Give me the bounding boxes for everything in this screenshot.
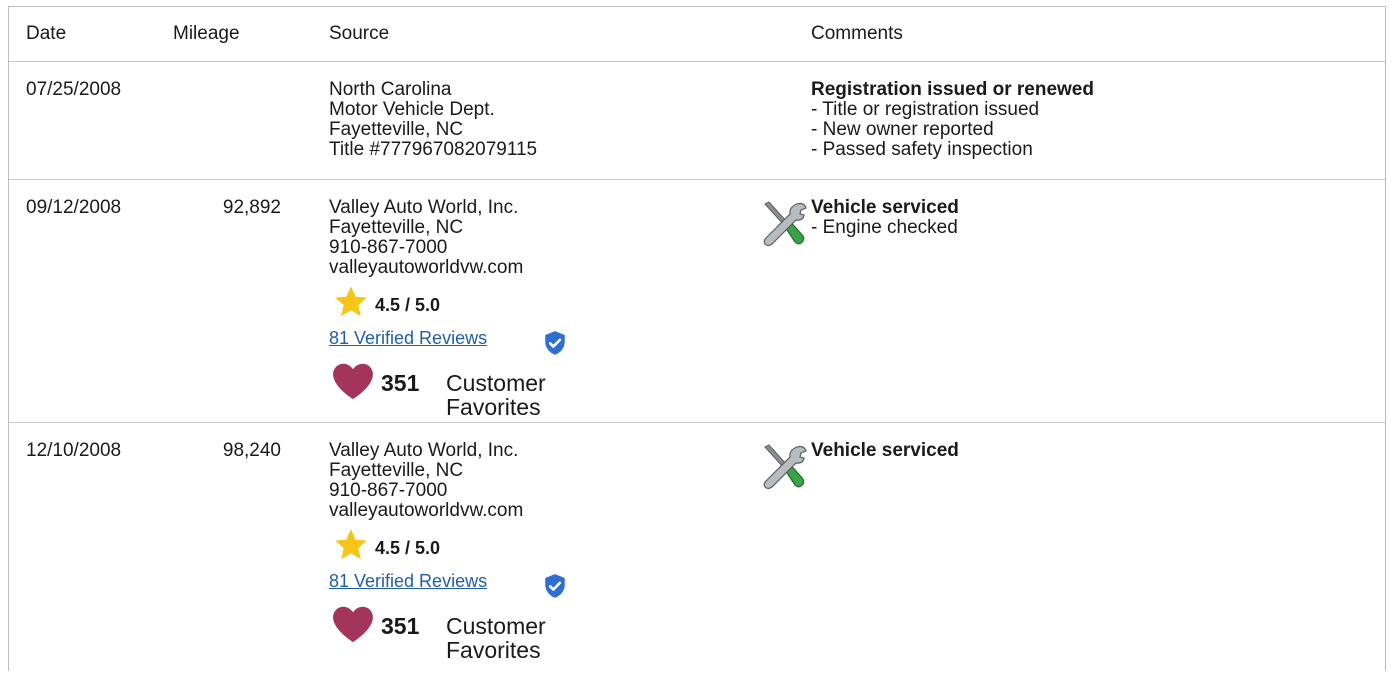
source-line: Title #777967082079115 [329,139,538,160]
header-comments: Comments [811,23,903,44]
row-date: 09/12/2008 [26,197,122,218]
heart-icon [333,363,373,400]
row-date: 07/25/2008 [26,79,122,100]
table-row: 07/25/2008 North Carolina Motor Vehicle … [9,61,1385,180]
row-source: Valley Auto World, Inc. Fayetteville, NC… [329,440,565,662]
row-source: North Carolina Motor Vehicle Dept. Fayet… [329,80,537,160]
row-source: Valley Auto World, Inc. Fayetteville, NC… [329,197,565,419]
vehicle-history-table: Date Mileage Source Comments 07/25/2008 … [8,6,1386,671]
customer-favorites: 351 Customer Favorites [329,362,546,419]
comment-title: Vehicle serviced [811,197,959,218]
comment-title: Registration issued or renewed [811,79,1094,100]
reviews: 81 Verified Reviews [329,328,565,358]
row-comments: Vehicle serviced [811,441,959,461]
comment-title: Vehicle serviced [811,440,959,461]
service-tools-icon [763,201,807,247]
shop-rating: 4.5 / 5.0 [329,284,523,324]
customer-favorites: 351 Customer Favorites [329,605,546,662]
shop-rating: 4.5 / 5.0 [329,527,523,567]
verified-shield-icon [545,331,565,355]
star-icon [335,286,367,317]
row-mileage: 98,240 [222,440,281,461]
rating-value: 4.5 / 5.0 [375,538,441,558]
source-line: valleyautoworldvw.com [329,500,524,521]
comment-item: - Engine checked [811,217,958,238]
favorites-label: Customer Favorites [446,613,546,663]
source-line: Fayetteville, NC [329,119,464,140]
row-comments: Registration issued or renewed - Title o… [811,80,1094,160]
verified-reviews-link[interactable]: 81 Verified Reviews [329,571,487,591]
heart-icon [333,606,373,643]
header-date: Date [26,23,67,44]
verified-reviews-link[interactable]: 81 Verified Reviews [329,328,487,348]
table-header-row: Date Mileage Source Comments [9,7,1385,62]
source-line: Fayetteville, NC [329,460,464,481]
table-row: 12/10/2008 98,240 Valley Auto World, Inc… [9,422,1385,682]
verified-shield-icon [545,574,565,598]
source-line: Valley Auto World, Inc. [329,197,519,218]
header-mileage: Mileage [173,23,240,44]
source-line: Fayetteville, NC [329,217,464,238]
row-comments: Vehicle serviced - Engine checked [811,198,959,238]
comment-item: - New owner reported [811,119,994,140]
source-line: North Carolina [329,79,452,100]
favorites-count: 351 [381,370,420,396]
row-date: 12/10/2008 [26,440,122,461]
source-line: Motor Vehicle Dept. [329,99,495,120]
source-line: valleyautoworldvw.com [329,257,524,278]
comment-item: - Title or registration issued [811,99,1040,120]
source-line: 910-867-7000 [329,237,448,258]
service-tools-icon [763,444,807,490]
comment-item: - Passed safety inspection [811,139,1033,160]
rating-value: 4.5 / 5.0 [375,295,441,315]
favorites-count: 351 [381,613,420,639]
favorites-label: Customer Favorites [446,370,546,420]
row-mileage: 92,892 [222,197,281,218]
source-line: 910-867-7000 [329,480,448,501]
header-source: Source [329,23,390,44]
star-icon [335,529,367,560]
table-row: 09/12/2008 92,892 Valley Auto World, Inc… [9,179,1385,423]
reviews: 81 Verified Reviews [329,571,565,601]
source-line: Valley Auto World, Inc. [329,440,519,461]
